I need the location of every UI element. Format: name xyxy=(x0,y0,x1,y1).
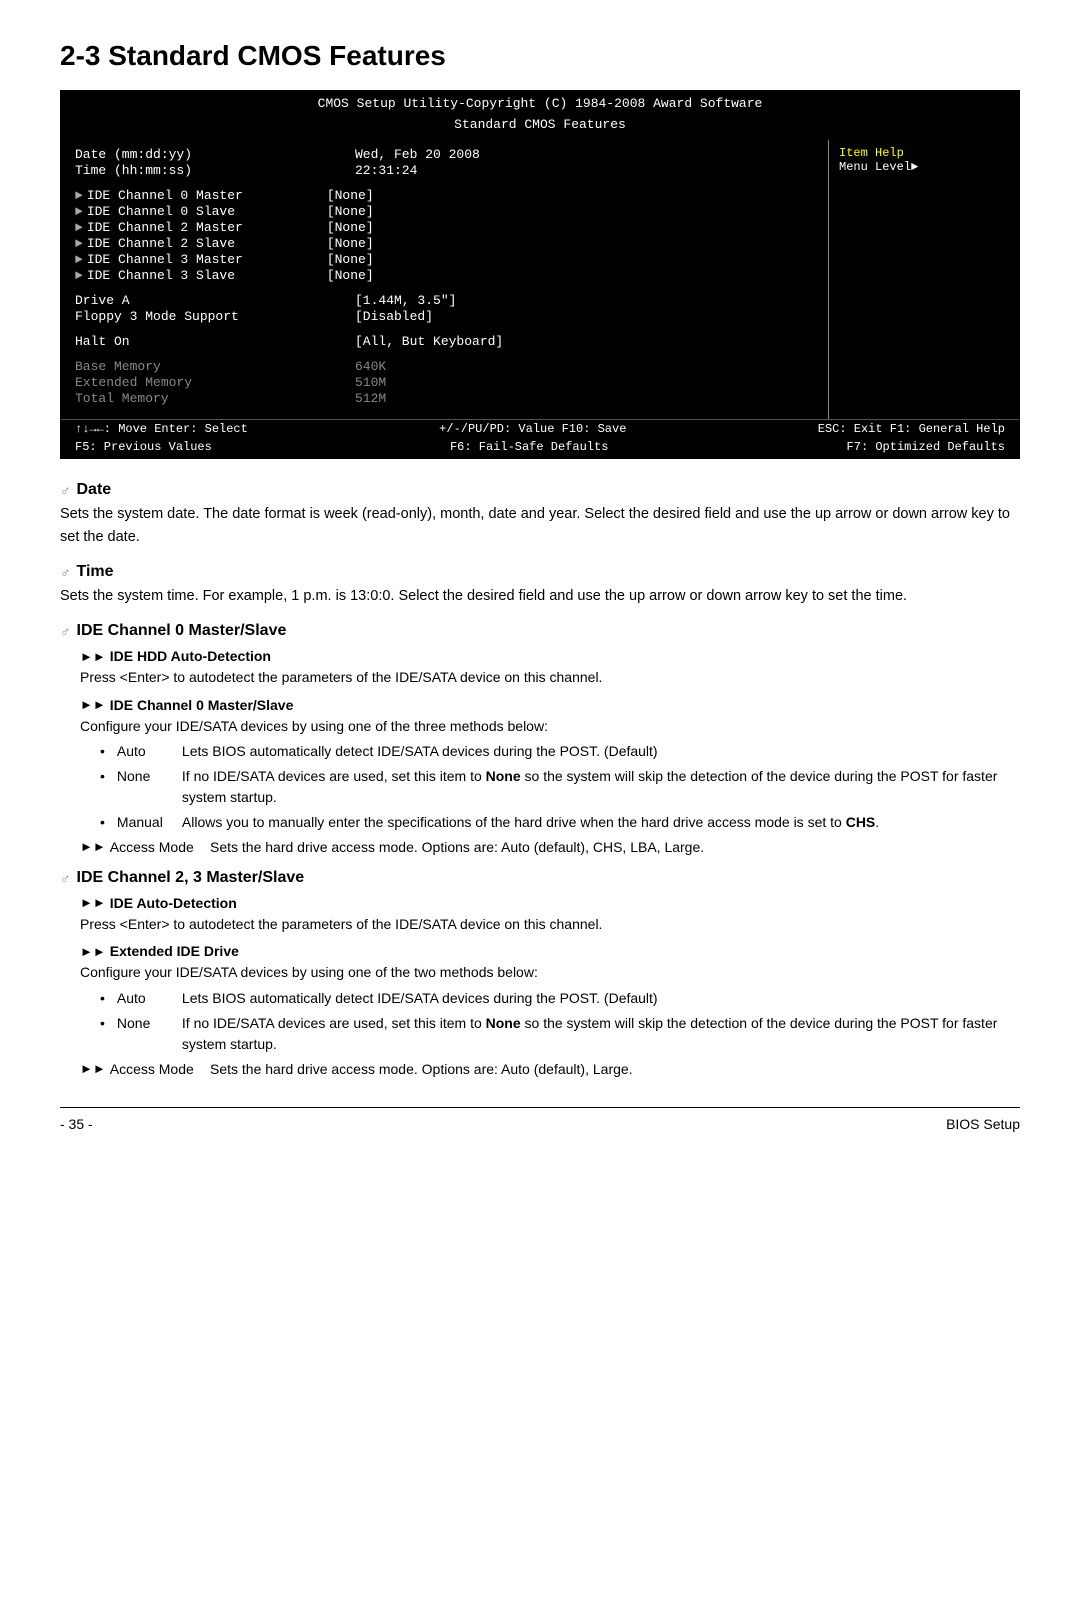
table-row: Date (mm:dd:yy) Wed, Feb 20 2008 xyxy=(75,147,814,162)
table-row: Halt On [All, But Keyboard] xyxy=(75,334,814,349)
sub-arrow-icon: ►► xyxy=(80,895,106,910)
table-row: ► IDE Channel 3 Master [None] xyxy=(75,252,814,267)
bios-right-panel: Item Help Menu Level► xyxy=(829,140,1019,419)
section-heading-ide23: ♂ IDE Channel 2, 3 Master/Slave xyxy=(60,869,1020,887)
table-row: ► IDE Channel 2 Master [None] xyxy=(75,220,814,235)
sub-text-hdd-autodetect: Press <Enter> to autodetect the paramete… xyxy=(80,666,1020,688)
footer-section-name: BIOS Setup xyxy=(946,1116,1020,1132)
section-heading-date: ♂ Date xyxy=(60,481,1020,499)
item-help-title: Item Help xyxy=(839,146,1009,160)
table-row: ► IDE Channel 2 Slave [None] xyxy=(75,236,814,251)
table-row: ► IDE Channel 0 Master [None] xyxy=(75,188,814,203)
page-footer: - 35 - BIOS Setup xyxy=(60,1107,1020,1132)
access-mode-row-ide23: ►► Access Mode Sets the hard drive acces… xyxy=(80,1061,1020,1077)
list-item: • None If no IDE/SATA devices are used, … xyxy=(100,766,1020,808)
bios-screen: CMOS Setup Utility-Copyright (C) 1984-20… xyxy=(60,90,1020,459)
section-heading-time: ♂ Time xyxy=(60,563,1020,581)
sub-arrow-icon: ►► xyxy=(80,944,106,959)
bios-body: Date (mm:dd:yy) Wed, Feb 20 2008 Time (h… xyxy=(61,139,1019,419)
access-mode-label: ►► ►► Access Mode Access Mode xyxy=(80,839,210,855)
bios-footer-row1: ↑↓→←: Move Enter: Select +/-/PU/PD: Valu… xyxy=(61,419,1019,438)
sub-arrow-icon: ►► xyxy=(80,697,106,712)
sub-heading-ide-autodetect: ►► IDE Auto-Detection xyxy=(80,895,1020,911)
list-item: • Auto Lets BIOS automatically detect ID… xyxy=(100,988,1020,1009)
table-row: Drive A [1.44M, 3.5"] xyxy=(75,293,814,308)
list-item: • None If no IDE/SATA devices are used, … xyxy=(100,1013,1020,1055)
table-row: Time (hh:mm:ss) 22:31:24 xyxy=(75,163,814,178)
section-ide0: ♂ IDE Channel 0 Master/Slave ►► IDE HDD … xyxy=(60,622,1020,855)
access-mode-label: ►► Access Mode xyxy=(80,1061,210,1077)
bios-header: CMOS Setup Utility-Copyright (C) 1984-20… xyxy=(61,91,1019,139)
sub-text-ide23: Configure your IDE/SATA devices by using… xyxy=(80,961,1020,983)
list-item: • Manual Allows you to manually enter th… xyxy=(100,812,1020,833)
section-arrow-icon: ♂ xyxy=(60,564,71,580)
access-mode-row-ide0: ►► ►► Access Mode Access Mode Sets the h… xyxy=(80,839,1020,855)
table-row: Floppy 3 Mode Support [Disabled] xyxy=(75,309,814,324)
list-item: • Auto Lets BIOS automatically detect ID… xyxy=(100,741,1020,762)
section-arrow-icon: ♂ xyxy=(60,870,71,886)
section-arrow-icon: ♂ xyxy=(60,482,71,498)
bullet-list-ide0: • Auto Lets BIOS automatically detect ID… xyxy=(100,741,1020,833)
section-date: ♂ Date Sets the system date. The date fo… xyxy=(60,481,1020,549)
sub-heading-extended-ide: ►► Extended IDE Drive xyxy=(80,943,1020,959)
sub-text-ide0: Configure your IDE/SATA devices by using… xyxy=(80,715,1020,737)
sub-heading-hdd-autodetect: ►► IDE HDD Auto-Detection xyxy=(80,648,1020,664)
bios-left-panel: Date (mm:dd:yy) Wed, Feb 20 2008 Time (h… xyxy=(61,140,829,419)
table-row: Total Memory 512M xyxy=(75,391,814,406)
table-row: ► IDE Channel 3 Slave [None] xyxy=(75,268,814,283)
section-ide23: ♂ IDE Channel 2, 3 Master/Slave ►► IDE A… xyxy=(60,869,1020,1077)
section-time-text: Sets the system time. For example, 1 p.m… xyxy=(60,585,1020,608)
section-date-text: Sets the system date. The date format is… xyxy=(60,503,1020,549)
item-help-text: Menu Level► xyxy=(839,160,1009,174)
bios-footer-row2: F5: Previous Values F6: Fail-Safe Defaul… xyxy=(61,438,1019,458)
access-mode-text-ide23: Sets the hard drive access mode. Options… xyxy=(210,1061,633,1077)
section-arrow-icon: ♂ xyxy=(60,623,71,639)
bullet-list-ide23: • Auto Lets BIOS automatically detect ID… xyxy=(100,988,1020,1055)
table-row: ► IDE Channel 0 Slave [None] xyxy=(75,204,814,219)
table-row: Base Memory 640K xyxy=(75,359,814,374)
sub-arrow-icon: ►► xyxy=(80,649,106,664)
sub-heading-ide0-master-slave: ►► IDE Channel 0 Master/Slave xyxy=(80,697,1020,713)
page-title: 2-3 Standard CMOS Features xyxy=(60,40,1020,72)
access-mode-text-ide0: Sets the hard drive access mode. Options… xyxy=(210,839,704,855)
footer-page-number: - 35 - xyxy=(60,1116,93,1132)
table-row: Extended Memory 510M xyxy=(75,375,814,390)
sub-text-ide-autodetect: Press <Enter> to autodetect the paramete… xyxy=(80,913,1020,935)
section-time: ♂ Time Sets the system time. For example… xyxy=(60,563,1020,608)
section-heading-ide0: ♂ IDE Channel 0 Master/Slave xyxy=(60,622,1020,640)
